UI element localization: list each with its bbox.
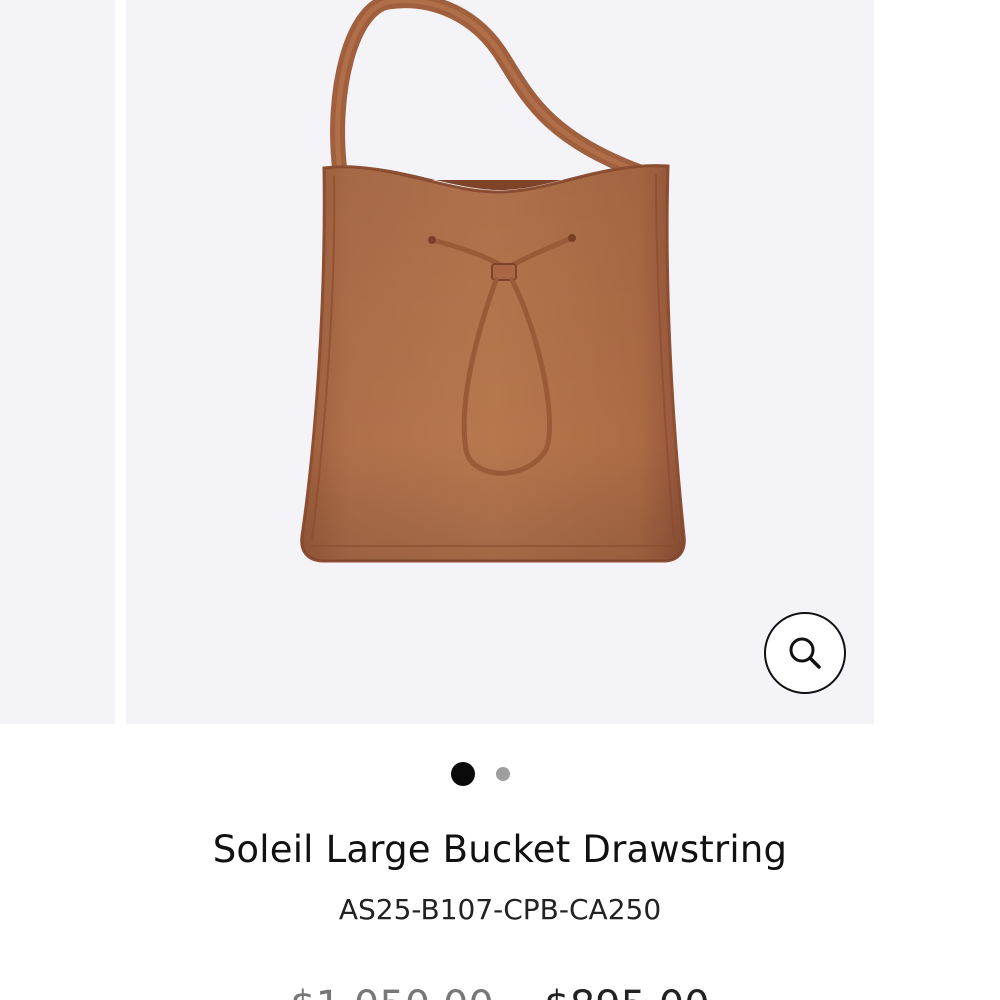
- product-gallery[interactable]: [0, 0, 1000, 724]
- product-image: [300, 0, 686, 563]
- pagination-dot[interactable]: [495, 767, 510, 781]
- zoom-button[interactable]: [764, 612, 846, 694]
- product-title: Soleil Large Bucket Drawstring: [212, 828, 788, 871]
- gallery-slide-previous[interactable]: [0, 0, 115, 724]
- product-price: $1,050.00 - $895.00: [0, 983, 1000, 1000]
- gallery-slide-next[interactable]: [886, 0, 1000, 724]
- gallery-pagination: [0, 762, 1000, 786]
- product-sku: AS25-B107-CPB-CA250: [338, 893, 662, 926]
- bag-handle: [330, 0, 648, 180]
- pagination-dot-active[interactable]: [450, 762, 475, 786]
- original-price: $1,050.00: [290, 983, 494, 1000]
- gallery-slide-current[interactable]: [126, 0, 874, 724]
- product-page: Soleil Large Bucket Drawstring AS25-B107…: [0, 0, 1000, 1000]
- price-separator: -: [512, 983, 526, 1000]
- sale-price: $895.00: [544, 983, 709, 1000]
- search-icon: [789, 637, 821, 669]
